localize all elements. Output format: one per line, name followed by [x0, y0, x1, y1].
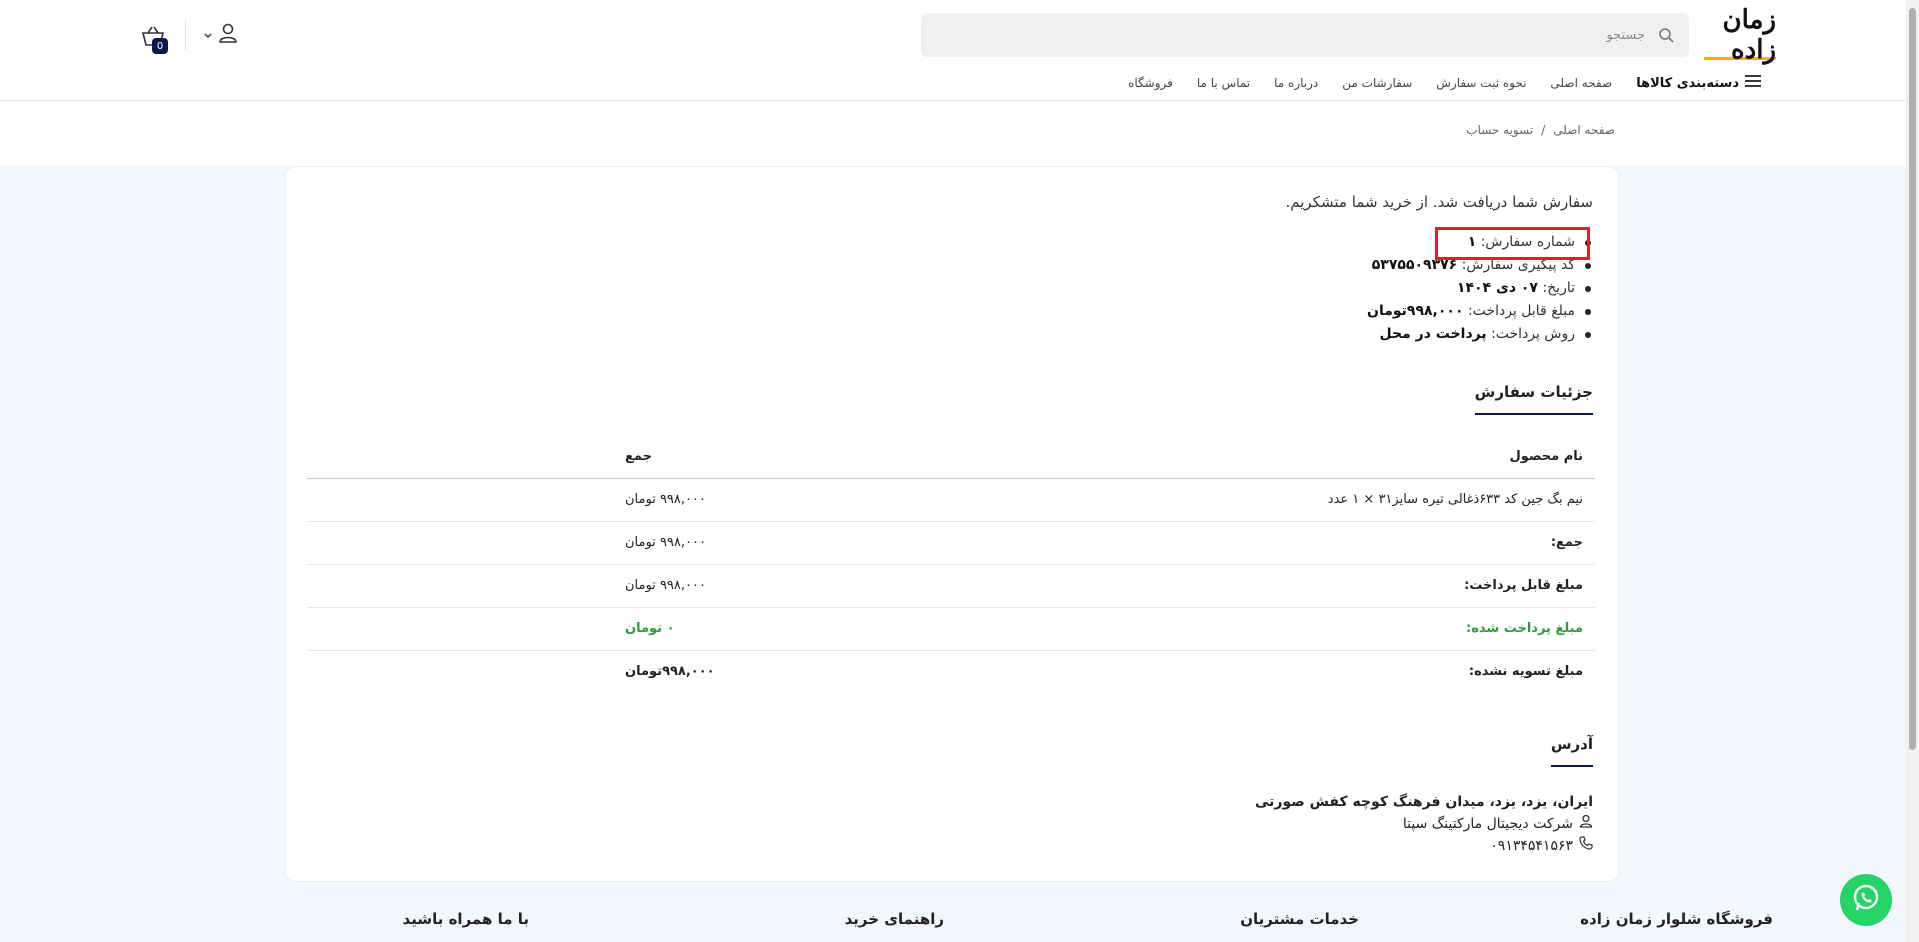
nav-contact[interactable]: تماس با ما [1197, 76, 1250, 90]
cart-count-badge: 0 [152, 38, 168, 54]
unsettled-row: مبلغ تسویه نشده: ۹۹۸,۰۰۰تومان [307, 651, 1595, 694]
nav-shop[interactable]: فروشگاه [1128, 76, 1173, 90]
whatsapp-button[interactable] [1840, 874, 1892, 926]
table-row: نیم بگ جین کد ۶۳۳ذغالی تیره سایز۳۱ × ۱ ع… [307, 479, 1595, 522]
summary-value: ۹۹۸,۰۰۰تومان [1367, 303, 1464, 319]
paid-value: ۰ تومان [625, 621, 675, 636]
account-menu[interactable] [203, 22, 239, 48]
breadcrumb-home[interactable]: صفحه اصلی [1553, 123, 1615, 137]
summary-label: مبلغ قابل پرداخت: [1467, 303, 1575, 319]
order-thanks-message: سفارش شما دریافت شد. از خرید شما متشکریم… [1285, 193, 1594, 211]
paid-label: مبلغ پرداخت شده: [1466, 621, 1583, 636]
summary-date: تاریخ: ۰۷ دی ۱۴۰۴ [1367, 277, 1593, 300]
page-scrollbar[interactable] [1906, 0, 1919, 942]
address-line: ایران، یزد، یزد، میدان فرهنگ کوچه کفش صو… [1254, 794, 1593, 810]
order-details-title: جزئیات سفارش [1474, 383, 1593, 415]
search-icon[interactable] [1657, 26, 1675, 44]
summary-payable-amount: مبلغ قابل پرداخت: ۹۹۸,۰۰۰تومان [1367, 300, 1593, 323]
user-icon[interactable] [217, 22, 239, 48]
payable-value: ۹۹۸,۰۰۰ تومان [625, 578, 706, 593]
nav-categories-label: دسته‌بندی کالاها [1636, 75, 1739, 91]
search-bar[interactable] [921, 13, 1689, 57]
nav-my-orders[interactable]: سفارشات من [1342, 76, 1412, 90]
phone-number: ۰۹۱۳۴۵۴۱۵۶۳ [1490, 838, 1573, 854]
site-logo[interactable]: زمان زاده [1704, 5, 1777, 65]
nav-home[interactable]: صفحه اصلی [1550, 76, 1612, 90]
header-divider [185, 20, 186, 50]
subtotal-value: ۹۹۸,۰۰۰ تومان [625, 535, 706, 550]
footer-store-title: فروشگاه شلوار زمان زاده [1580, 910, 1773, 928]
payable-row: مبلغ قابل پرداخت: ۹۹۸,۰۰۰ تومان [307, 565, 1595, 608]
footer-follow-title: با ما همراه باشید [402, 910, 529, 928]
subtotal-label: جمع: [1550, 535, 1583, 550]
cart-button[interactable]: 0 [136, 24, 168, 54]
whatsapp-icon[interactable] [1851, 883, 1881, 917]
company-name: شرکت دیجیتال مارکتینگ سپتا [1402, 816, 1573, 832]
summary-value: پرداخت در محل [1379, 326, 1487, 342]
col-total-header: جمع [625, 449, 652, 464]
footer: فروشگاه شلوار زمان زاده خدمات مشتریان را… [0, 908, 1919, 942]
address-phone: ۰۹۱۳۴۵۴۱۵۶۳ [1255, 835, 1593, 857]
main-nav: دسته‌بندی کالاها صفحه اصلی نحوه ثبت سفار… [1128, 72, 1761, 94]
search-input[interactable] [935, 26, 1647, 44]
order-number-highlight [1435, 227, 1590, 260]
nav-how-to-order[interactable]: نحوه ثبت سفارش [1436, 76, 1526, 90]
nav-categories[interactable]: دسته‌بندی کالاها [1636, 74, 1761, 92]
unsettled-label: مبلغ تسویه نشده: [1468, 664, 1583, 679]
address-title: آدرس [1550, 735, 1593, 767]
product-total: ۹۹۸,۰۰۰ تومان [625, 492, 706, 507]
address-company: شرکت دیجیتال مارکتینگ سپتا [1255, 813, 1593, 835]
scrollbar-thumb[interactable] [1909, 8, 1916, 750]
order-details-table: نام محصول جمع نیم بگ جین کد ۶۳۳ذغالی تیر… [307, 439, 1595, 694]
phone-icon [1579, 835, 1593, 857]
summary-payment-method: روش پرداخت: پرداخت در محل [1367, 323, 1593, 346]
chevron-down-icon[interactable] [203, 26, 213, 45]
subtotal-row: جمع: ۹۹۸,۰۰۰ تومان [307, 522, 1595, 565]
col-product-header: نام محصول [1509, 449, 1583, 464]
user-icon [1579, 813, 1593, 835]
address-block: ایران، یزد، یزد، میدان فرهنگ کوچه کفش صو… [1255, 791, 1593, 857]
order-received-card: سفارش شما دریافت شد. از خرید شما متشکریم… [285, 166, 1619, 882]
breadcrumb-band: صفحه اصلی / تسویه حساب [0, 102, 1919, 166]
payable-label: مبلغ قابل پرداخت: [1464, 578, 1583, 593]
breadcrumb: صفحه اصلی / تسویه حساب [1466, 123, 1615, 137]
product-name[interactable]: نیم بگ جین کد ۶۳۳ذغالی تیره سایز۳۱ × ۱ ع… [1328, 492, 1583, 507]
site-header: زمان زاده 0 دسته‌بندی کالاها صفحه اصلی ن… [0, 0, 1919, 101]
footer-services-title: خدمات مشتریان [1240, 910, 1359, 928]
summary-label: تاریخ: [1542, 280, 1575, 296]
menu-icon[interactable] [1745, 74, 1761, 92]
footer-guide-title: راهنمای خرید [844, 910, 944, 928]
summary-label: روش پرداخت: [1491, 326, 1575, 342]
breadcrumb-current: تسویه حساب [1466, 123, 1534, 137]
unsettled-value: ۹۹۸,۰۰۰تومان [625, 664, 715, 679]
breadcrumb-separator: / [1541, 123, 1546, 137]
nav-about[interactable]: درباره ما [1274, 76, 1318, 90]
table-header-row: نام محصول جمع [307, 439, 1595, 479]
paid-row: مبلغ پرداخت شده: ۰ تومان [307, 608, 1595, 651]
summary-value: ۰۷ دی ۱۴۰۴ [1456, 280, 1538, 296]
